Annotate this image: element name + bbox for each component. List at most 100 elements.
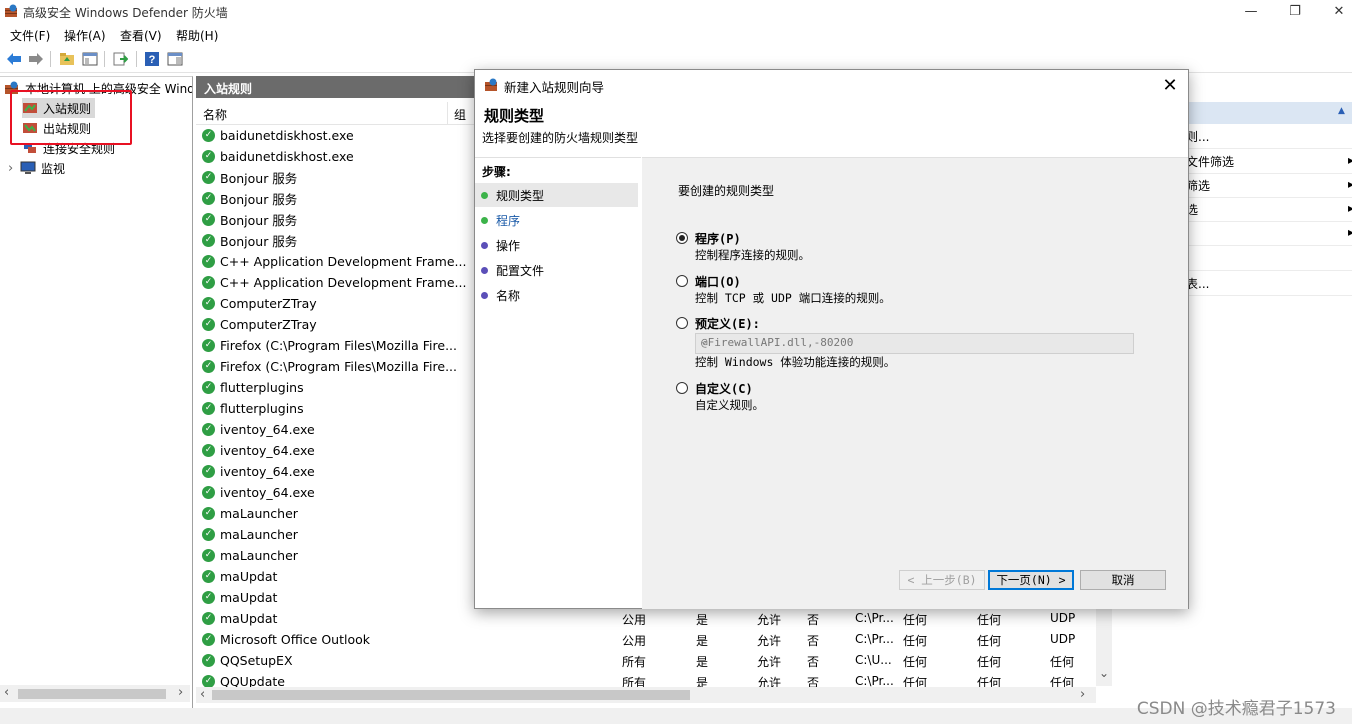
option-description: 控制 Windows 体验功能连接的规则。 [695,355,896,369]
action-filter-by-group[interactable]: 选 ▸ [1186,197,1352,222]
tree-item-monitor[interactable]: › 监视 [8,158,65,178]
action-label: 则... [1186,130,1210,144]
enabled-check-icon: ✓ [202,150,215,163]
rule-override: 否 [807,634,820,648]
menu-file[interactable]: 文件(F) [10,27,50,44]
action-filter-by-profile[interactable]: 文件筛选 ▸ [1186,149,1352,174]
radio-custom[interactable] [676,382,688,394]
column-divider[interactable] [447,102,448,124]
dialog-titlebar: 新建入站规则向导 ✕ [475,70,1188,100]
scroll-right-icon[interactable]: › [178,685,183,700]
enabled-check-icon: ✓ [202,591,215,604]
step-profile[interactable]: 配置文件 [475,258,638,282]
rule-name: flutterplugins [220,401,304,416]
rule-action: 允许 [757,655,782,669]
enabled-check-icon: ✓ [202,255,215,268]
steps-title: 步骤: [482,165,511,179]
menu-help[interactable]: 帮助(H) [176,27,218,44]
step-program[interactable]: 程序 [475,208,638,232]
actions-section-header[interactable]: ▲ [1188,102,1352,124]
column-name[interactable]: 名称 [203,106,227,123]
maximize-button[interactable]: ❐ [1272,0,1318,23]
column-group[interactable]: 组 [454,106,466,123]
rule-profile: 公用 [622,613,647,627]
rule-name: iventoy_64.exe [220,422,315,437]
scroll-down-icon[interactable]: ⌄ [1099,666,1109,680]
dialog-close-button[interactable]: ✕ [1158,73,1182,97]
export-list-icon[interactable] [111,50,129,68]
firewall-app-icon [5,4,17,17]
cancel-button[interactable]: 取消 [1080,570,1166,590]
rule-local: 任何 [903,655,928,669]
rule-name: Bonjour 服务 [220,213,298,228]
rule-name: iventoy_64.exe [220,485,315,500]
tree-scroll-thumb[interactable] [18,689,166,699]
scroll-left-icon[interactable]: ‹ [4,685,9,700]
option-description: 控制 TCP 或 UDP 端口连接的规则。 [695,291,891,305]
rule-name: Bonjour 服务 [220,234,298,249]
collapse-icon[interactable]: ▲ [1338,106,1345,116]
option-description: 自定义规则。 [695,398,764,412]
dialog-title: 新建入站规则向导 [504,80,605,95]
option-description: 控制程序连接的规则。 [695,248,810,262]
action-export-list[interactable]: 表... [1186,271,1352,296]
rule-profile: 公用 [622,634,647,648]
scroll-right-icon[interactable]: › [1080,687,1085,702]
option-label: 自定义(C) [695,382,753,396]
enabled-check-icon: ✓ [202,570,215,583]
minimize-button[interactable]: — [1228,0,1274,23]
back-button[interactable]: < 上一步(B) [899,570,985,590]
enabled-check-icon: ✓ [202,381,215,394]
action-label: 文件筛选 [1186,155,1235,169]
expand-chevron-icon[interactable]: › [8,161,20,176]
rule-row[interactable]: ✓ Microsoft Office Outlook 公用 是 允许 否 C:\Pr... 任… [196,629,1096,650]
back-arrow-icon[interactable] [5,50,23,68]
option-label: 程序(P) [695,232,741,246]
rule-enabled: 是 [696,655,709,669]
action-new-rule[interactable]: 则... [1186,124,1352,149]
rule-action: 允许 [757,634,782,648]
rule-remote: 任何 [977,634,1002,648]
new-inbound-rule-wizard-dialog: 新建入站规则向导 ✕ 规则类型 选择要创建的防火墙规则类型 步骤: 规则类型 程… [474,69,1189,609]
rule-name: QQSetupEX [220,653,293,668]
rule-program: C:\Pr... [855,611,894,625]
monitor-icon [20,161,36,174]
rules-pane-title: 入站规则 [204,82,253,96]
show-hide-action-pane-icon[interactable] [166,50,184,68]
folder-up-icon[interactable] [58,50,76,68]
next-button[interactable]: 下一页(N) > [988,570,1074,590]
menu-view[interactable]: 查看(V) [120,27,162,44]
action-view[interactable]: ▸ [1188,221,1352,246]
help-icon[interactable]: ? [143,50,161,68]
rules-scroll-thumb[interactable] [212,690,690,700]
step-label: 操作 [496,238,521,253]
rule-row[interactable]: ✓ QQSetupEX 所有 是 允许 否 C:\U... 任何 任何 任何 [196,650,1096,671]
step-name[interactable]: 名称 [475,283,638,307]
action-filter-by-state[interactable]: 筛选 ▸ [1186,173,1352,198]
show-hide-tree-icon[interactable] [81,50,99,68]
enabled-check-icon: ✓ [202,339,215,352]
menu-action[interactable]: 操作(A) [64,27,106,44]
rule-row[interactable]: ✓ maUpdat 公用 是 允许 否 C:\Pr... 任何 任何 UDP [196,608,1096,629]
radio-port[interactable] [676,275,688,287]
step-action[interactable]: 操作 [475,233,638,257]
scroll-left-icon[interactable]: ‹ [200,687,205,702]
step-rule-type[interactable]: 规则类型 [475,183,638,207]
close-button[interactable]: ✕ [1316,0,1352,23]
predefined-rule-select[interactable]: @FirewallAPI.dll,-80200 ⌄ [695,333,1134,354]
forward-arrow-icon[interactable] [27,50,45,68]
step-dot-icon [481,266,488,274]
rule-remote: 任何 [977,655,1002,669]
chevron-down-icon: ⌄ [701,336,708,347]
submenu-arrow-icon: ▸ [1348,201,1352,215]
radio-predefined[interactable] [676,317,688,329]
rule-remote: 任何 [977,613,1002,627]
radio-program[interactable] [676,232,688,244]
submenu-arrow-icon: ▸ [1348,153,1352,167]
enabled-check-icon: ✓ [202,465,215,478]
enabled-check-icon: ✓ [202,234,215,247]
enabled-check-icon: ✓ [202,297,215,310]
rule-name: flutterplugins [220,380,304,395]
rule-override: 否 [807,655,820,669]
action-refresh[interactable] [1188,246,1352,271]
